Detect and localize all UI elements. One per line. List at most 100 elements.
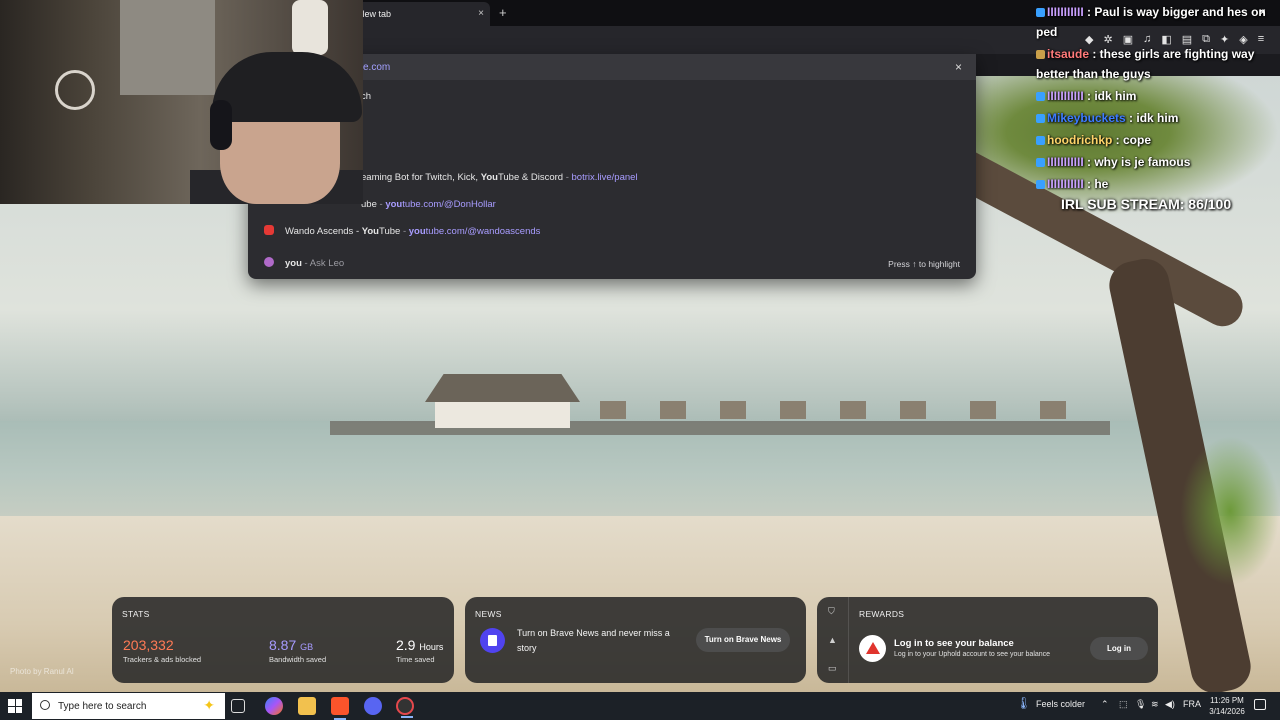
webcam-overlay (0, 0, 363, 204)
bandwidth-label: Bandwidth saved (269, 655, 327, 664)
time-label: Time saved (396, 655, 435, 664)
tab-close-icon[interactable]: × (478, 8, 484, 19)
chat-username: IIIIIIIIIII (1047, 89, 1084, 103)
chat-username: itsaude (1047, 47, 1090, 61)
new-tab-button[interactable]: + (499, 5, 507, 20)
clock-date: 3/14/2026 (1209, 707, 1245, 716)
clear-address-icon[interactable]: × (955, 60, 962, 74)
chat-username: hoodrichkp (1047, 133, 1113, 147)
chat-message: IIIIIIIIIII : idk him (1036, 86, 1276, 106)
discord-icon[interactable] (364, 697, 382, 715)
file-explorer-icon[interactable] (298, 697, 316, 715)
weather-icon[interactable]: 🌡 (1016, 696, 1031, 710)
villa (720, 401, 746, 419)
chat-message: hoodrichkp : cope (1036, 130, 1276, 150)
chat-username: IIIIIIIIIII (1047, 155, 1084, 169)
suggestion-match: you (285, 258, 302, 269)
bottle (292, 0, 328, 55)
leo-icon (264, 257, 274, 267)
stats-widget: STATS 203,332 Trackers & ads blocked 8.8… (112, 597, 454, 683)
copilot-icon[interactable] (265, 697, 283, 715)
language-indicator[interactable]: FRA (1183, 699, 1201, 709)
chat-text: : why is je famous (1083, 155, 1191, 169)
trackers-stat: 203,332 Trackers & ads blocked (123, 637, 201, 664)
taskbar-search[interactable]: Type here to search ✦ (32, 693, 225, 719)
microphone-icon[interactable]: 🎙 (1135, 699, 1146, 710)
sub-badge-icon (1036, 92, 1045, 102)
suggestion-url: tube.com/@wandoascends (425, 226, 541, 237)
chat-message: IIIIIIIIIII : he (1036, 174, 1276, 194)
chevron-up-icon[interactable]: ⌃ (1101, 699, 1109, 710)
task-view-icon[interactable] (231, 699, 245, 713)
weather-text[interactable]: Feels colder (1036, 699, 1085, 709)
sea (0, 421, 1280, 531)
stream-chat-overlay: IIIIIIIIIII : Paul is way bigger and hes… (1036, 2, 1276, 196)
suggestion-text-rest: Tube (379, 226, 401, 237)
clock[interactable]: 11:26 PM 3/14/2026 (1205, 695, 1249, 717)
notifications-icon[interactable] (1254, 699, 1266, 710)
rewards-widget: ⛉ ▲ ▭ REWARDS Log in to see your balance… (817, 597, 1158, 683)
obs-icon[interactable] (396, 697, 414, 718)
stats-header: STATS (122, 609, 150, 619)
suggestion-text-rest: Tube & Discord (497, 172, 564, 183)
chat-message: IIIIIIIIIII : Paul is way bigger and hes… (1036, 2, 1276, 42)
uphold-logo-icon (859, 635, 886, 662)
close-icon[interactable]: × (1259, 5, 1266, 19)
sub-badge-icon (1036, 158, 1045, 168)
suggestion-match: you (385, 199, 403, 210)
address-text: e.com (363, 62, 391, 73)
turn-on-news-button[interactable]: Turn on Brave News (696, 628, 790, 652)
rewards-subtitle: Log in to your Uphold account to see you… (894, 651, 1051, 658)
highlight-hint: Press ↑ to highlight (888, 259, 960, 269)
suggestion-row-ask-leo[interactable]: you - Ask Leo Press ↑ to highlight (248, 253, 976, 275)
search-icon (40, 700, 50, 710)
suggestion-url: botrix.live/panel (571, 172, 638, 183)
shield-icon[interactable]: ⛉ (828, 606, 835, 617)
bandwidth-stat: 8.87 GB Bandwidth saved (269, 637, 326, 664)
clock-time: 11:26 PM (1210, 696, 1244, 705)
villa (970, 401, 996, 419)
trackers-value: 203,332 (123, 637, 174, 653)
rewards-triangle-icon[interactable]: ▲ (828, 635, 837, 645)
card-icon[interactable]: ▭ (828, 663, 837, 674)
news-header: NEWS (475, 609, 502, 619)
chat-message: Mikeybuckets : idk him (1036, 108, 1276, 128)
start-button[interactable] (8, 699, 22, 713)
chat-text: : cope (1112, 133, 1152, 147)
sub-badge-icon (1036, 136, 1045, 146)
badge-icon (1036, 50, 1045, 60)
wifi-icon[interactable]: ≋ (1151, 699, 1159, 710)
chat-username: Mikeybuckets (1047, 111, 1126, 125)
room-window (120, 0, 215, 95)
chat-message: IIIIIIIIIII : why is je famous (1036, 152, 1276, 172)
bandwidth-value: 8.87 (269, 637, 297, 653)
search-placeholder: Type here to search (58, 701, 147, 712)
suggestion-match: You (361, 226, 379, 237)
news-widget: NEWS Turn on Brave News and never miss a… (465, 597, 806, 683)
photo-credit[interactable]: Photo by Ranul Al (10, 667, 74, 676)
suggestion-url: tube.com/@DonHollar (402, 199, 496, 210)
sparkle-icon: ✦ (203, 697, 215, 713)
suggestion-match: You (480, 172, 498, 183)
log-in-button[interactable]: Log in (1090, 637, 1148, 660)
chat-username: IIIIIIIIIII (1047, 5, 1084, 19)
youtube-icon (264, 225, 274, 235)
volume-icon[interactable]: ◀) (1165, 699, 1175, 710)
villa (780, 401, 806, 419)
tree-leaves (1180, 436, 1280, 586)
chat-text: : idk him (1083, 89, 1137, 103)
villa (600, 401, 626, 419)
suggestion-text: Wando Ascends - (285, 226, 362, 237)
headphones (210, 100, 232, 150)
sub-badge-icon (1036, 180, 1045, 190)
sub-goal-counter: IRL SUB STREAM: 86/100 (1061, 196, 1232, 212)
trackers-label: Trackers & ads blocked (123, 655, 202, 664)
chat-text: : he (1083, 177, 1109, 191)
time-stat: 2.9 Hours Time saved (396, 637, 443, 664)
time-value: 2.9 (396, 637, 416, 653)
network-icon[interactable]: ⬚ (1119, 699, 1128, 710)
suggestion-row[interactable]: Wando Ascends - YouTube - youtube.com/@w… (248, 221, 976, 243)
brave-icon[interactable] (331, 697, 349, 720)
suggestion-separator: - (563, 172, 572, 183)
windows-taskbar: Type here to search ✦ 🌡 Feels colder ⌃ ⬚… (0, 692, 1280, 720)
